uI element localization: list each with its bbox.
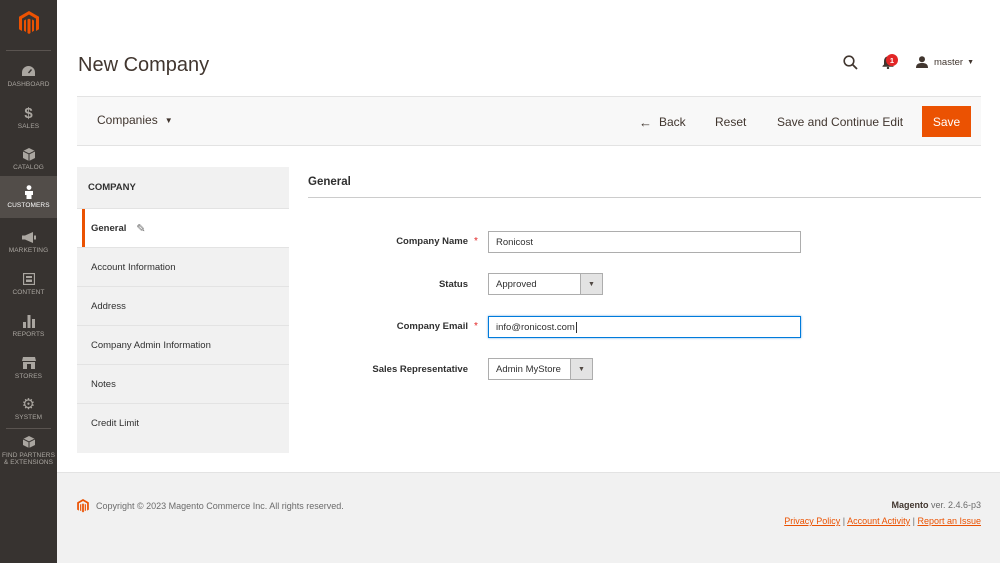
sidebar-item-catalog[interactable]: CATALOG [0,139,57,179]
reset-button[interactable]: Reset [715,108,746,136]
tab-general[interactable]: General ✎ [77,209,289,248]
notifications-button[interactable]: 1 [878,52,899,72]
tab-credit-limit[interactable]: Credit Limit [77,404,289,443]
chevron-down-icon: ▼ [164,115,173,125]
sidebar-item-stores[interactable]: STORES [0,348,57,388]
sidebar-item-label: CUSTOMERS [7,202,50,210]
chevron-down-icon: ▼ [580,274,602,294]
copyright-text: Copyright © 2023 Magento Commerce Inc. A… [96,501,344,511]
version-text: ver. 2.4.6-p3 [928,500,981,510]
brand-name: Magento [891,500,929,510]
tab-label: Account Information [91,261,176,273]
sidebar-item-dashboard[interactable]: DASHBOARD [0,56,57,96]
required-asterisk: * [474,321,478,332]
tab-label: Address [91,300,126,312]
store-icon [21,355,36,371]
dashboard-icon [22,63,35,79]
search-icon[interactable] [843,54,858,70]
dollar-icon: $ [24,104,33,122]
cube-icon [22,146,35,162]
box-icon [22,434,35,450]
tab-label: Notes [91,378,116,390]
tab-label: Credit Limit [91,418,140,429]
status-label: Status [438,279,468,290]
back-label: Back [659,115,686,129]
sales-representative-value: Admin MyStore [496,363,561,375]
company-email-input[interactable]: info@ronicost.com [488,316,801,338]
privacy-policy-link[interactable]: Privacy Policy [784,516,840,526]
required-asterisk: * [474,236,478,247]
magento-logo-icon [18,11,39,34]
admin-sidebar: DASHBOARD $ SALES CATALOG CUSTOMERS MARK… [0,0,57,563]
sales-representative-select[interactable]: Admin MyStore ▼ [488,358,593,380]
save-button[interactable]: Save [922,106,971,137]
user-icon [916,56,929,68]
copyright: Copyright © 2023 Magento Commerce Inc. A… [77,499,344,513]
tab-label: Company Admin Information [91,339,211,351]
magento-logo-icon [77,499,89,513]
footer-links: Privacy Policy | Account Activity | Repo… [784,516,981,526]
tab-address[interactable]: Address [77,287,289,326]
sidebar-divider [6,428,51,429]
sidebar-item-reports[interactable]: REPORTS [0,306,57,346]
switcher-label: Companies [97,113,158,127]
user-menu[interactable]: master ▼ [916,56,974,68]
version-info: Magento ver. 2.4.6-p3 [891,500,981,510]
customer-icon [24,184,34,200]
company-name-label: Company Name [396,236,468,247]
sales-representative-label: Sales Representative [372,364,468,375]
sidebar-item-label: FIND PARTNERS & EXTENSIONS [1,451,56,467]
megaphone-icon [21,229,36,245]
gear-icon: ⚙ [21,396,36,414]
section-title: General [308,176,351,188]
page-title: New Company [78,54,210,76]
status-value: Approved [496,278,537,290]
sidebar-item-label: DASHBOARD [7,81,50,89]
sidebar-item-marketing[interactable]: MARKETING [0,222,57,262]
tab-company-admin-information[interactable]: Company Admin Information [77,326,289,365]
sidebar-divider [6,50,51,51]
page-footer: Copyright © 2023 Magento Commerce Inc. A… [57,472,1000,563]
user-name: master [934,56,964,68]
status-select[interactable]: Approved ▼ [488,273,603,295]
header-actions: 1 master ▼ [843,50,974,74]
pencil-icon: ✎ [136,222,146,235]
tab-account-information[interactable]: Account Information [77,248,289,287]
account-activity-link[interactable]: Account Activity [847,516,910,526]
sidebar-item-label: CONTENT [12,289,45,297]
text-cursor [575,321,577,333]
company-name-value: Ronicost [496,236,533,248]
back-button[interactable]: ← Back [639,108,686,136]
company-name-input[interactable]: Ronicost [488,231,801,253]
notification-count-badge: 1 [886,54,899,66]
sidebar-item-system[interactable]: ⚙ SYSTEM [0,389,57,429]
sidebar-item-label: CATALOG [13,164,44,172]
sidebar-item-customers[interactable]: CUSTOMERS [0,176,57,218]
sidebar-item-find-partners[interactable]: FIND PARTNERS & EXTENSIONS [0,432,57,468]
arrow-left-icon: ← [639,114,652,130]
sidebar-item-sales[interactable]: $ SALES [0,98,57,138]
section-divider [308,197,981,198]
sidebar-item-label: STORES [14,373,43,381]
company-email-label: Company Email [396,321,468,332]
tabs-title: COMPANY [77,167,289,209]
save-and-continue-button[interactable]: Save and Continue Edit [777,108,903,136]
report-issue-link[interactable]: Report an Issue [917,516,981,526]
tab-label: General [91,222,127,234]
tab-notes[interactable]: Notes [77,365,289,404]
companies-switcher[interactable]: Companies ▼ [97,113,173,127]
sidebar-item-label: SYSTEM [14,414,43,422]
content-icon [22,271,35,287]
sidebar-item-label: MARKETING [8,247,49,255]
company-email-value: info@ronicost.com [496,321,575,333]
bar-chart-icon [22,313,35,329]
chevron-down-icon: ▼ [570,359,592,379]
sidebar-item-label: REPORTS [12,331,45,339]
company-tabs: COMPANY General ✎ Account Information Ad… [77,167,289,453]
sidebar-item-label: SALES [17,123,40,131]
sidebar-item-content[interactable]: CONTENT [0,264,57,304]
page-actions-toolbar: Companies ▼ ← Back Reset Save and Contin… [77,96,981,146]
chevron-down-icon: ▼ [967,58,974,66]
magento-logo[interactable] [0,0,57,46]
